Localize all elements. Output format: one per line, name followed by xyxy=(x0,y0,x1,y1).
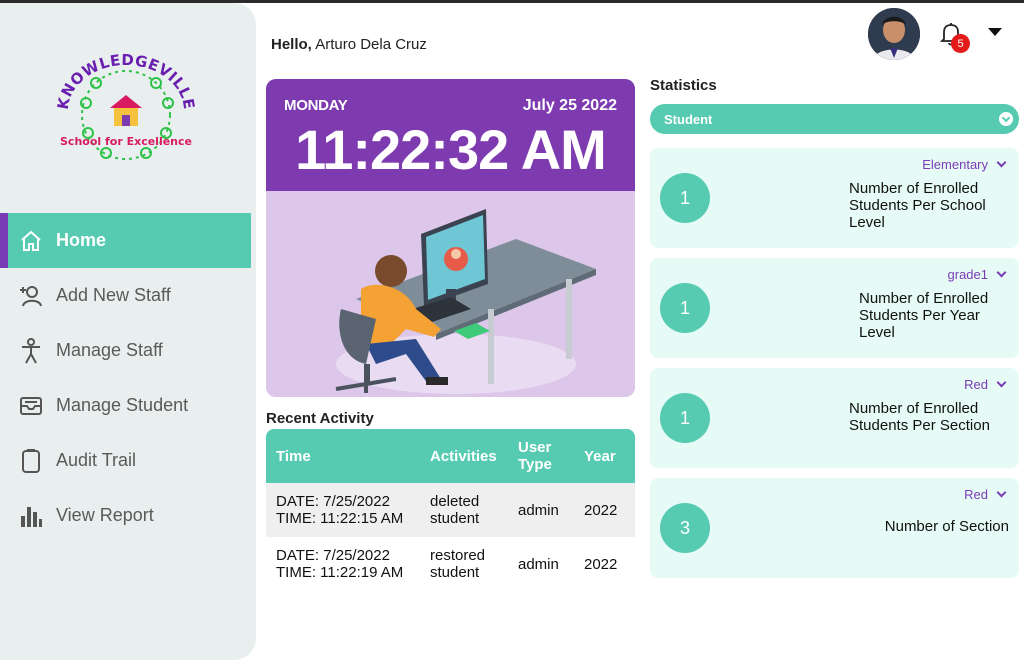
stat-value: 3 xyxy=(660,503,710,553)
greeting-prefix: Hello, xyxy=(271,36,312,53)
chevron-down-icon xyxy=(996,377,1007,388)
cell-date-text: DATE: 7/25/2022 xyxy=(276,547,390,564)
stat-value: 1 xyxy=(660,283,710,333)
stat-card-number-of-section: 3 Red Number of Section xyxy=(650,478,1019,578)
stat-filter-value: Red xyxy=(964,377,988,392)
cell-time: DATE: 7/25/2022 TIME: 11:22:15 AM xyxy=(266,483,420,537)
sidebar-item-label: View Report xyxy=(56,505,154,525)
recent-activity-table: Time Activities User Type Year DATE: 7/2… xyxy=(266,429,635,591)
notification-badge: 5 xyxy=(951,34,970,53)
cell-year: 2022 xyxy=(584,555,618,573)
sidebar-item-label: Manage Staff xyxy=(56,340,163,360)
cell-activity: restored student xyxy=(430,547,486,581)
stat-label: Number of Section xyxy=(884,518,1009,535)
stat-filter-value: Elementary xyxy=(922,157,988,172)
column-header-time[interactable]: Time xyxy=(266,429,420,483)
stat-filter-dropdown[interactable]: grade1 xyxy=(947,267,1007,282)
sidebar-item-label: Add New Staff xyxy=(56,285,171,305)
cell-date-text: DATE: 7/25/2022 xyxy=(276,493,390,510)
chevron-down-icon xyxy=(996,157,1007,168)
sidebar-item-label: Home xyxy=(56,230,107,250)
logo-bottom-text: School for Excellence xyxy=(60,135,192,148)
clock-time: 11:22:32 AM xyxy=(295,118,607,181)
stat-card-school-level: 1 Elementary Number of Enrolled Students… xyxy=(650,148,1019,248)
cell-time-text: TIME: 11:22:19 AM xyxy=(276,564,404,581)
stat-label: Number of Enrolled Students Per School L… xyxy=(849,180,986,231)
sidebar-item-add-new-staff[interactable]: Add New Staff xyxy=(0,268,251,323)
home-icon xyxy=(18,228,44,254)
sidebar-item-view-report[interactable]: View Report xyxy=(0,488,251,543)
cell-user-type: admin xyxy=(518,555,559,573)
stat-card-year-level: 1 grade1 Number of Enrolled Students Per… xyxy=(650,258,1019,358)
clock-day: MONDAY xyxy=(284,97,348,114)
sidebar-item-home[interactable]: Home xyxy=(0,213,251,268)
chevron-down-icon[interactable] xyxy=(988,28,1002,36)
table-header-row: Time Activities User Type Year xyxy=(266,429,635,483)
cell-activity: deleted student xyxy=(430,493,480,527)
stat-filter-value: Red xyxy=(964,487,988,502)
stat-value: 1 xyxy=(660,173,710,223)
cell-time-text: TIME: 11:22:15 AM xyxy=(276,510,404,527)
inbox-icon xyxy=(18,393,44,419)
select-value: Student xyxy=(664,111,713,127)
stat-label: Number of Enrolled Students Per Section xyxy=(849,400,990,434)
chevron-down-icon xyxy=(996,487,1007,498)
user-name: Arturo Dela Cruz xyxy=(315,36,427,53)
sidebar-item-label: Audit Trail xyxy=(56,450,137,470)
avatar[interactable] xyxy=(868,8,920,60)
clock-date: July 25 2022 xyxy=(522,97,617,114)
table-row[interactable]: DATE: 7/25/2022 TIME: 11:22:19 AM restor… xyxy=(266,537,635,591)
clock-card: MONDAY July 25 2022 11:22:32 AM xyxy=(266,79,635,397)
cell-time: DATE: 7/25/2022 TIME: 11:22:19 AM xyxy=(266,537,420,591)
sidebar-item-label: Manage Student xyxy=(56,395,189,415)
chevron-down-icon xyxy=(999,112,1013,126)
stat-label: Number of Enrolled Students Per Year Lev… xyxy=(859,290,989,341)
school-logo[interactable]: KNOWLEDGEVILLE School for Excellence xyxy=(46,51,206,173)
stat-value: 1 xyxy=(660,393,710,443)
greeting: Hello, Arturo Dela Cruz xyxy=(271,36,427,53)
workstation-illustration xyxy=(266,191,635,397)
person-icon xyxy=(18,337,44,364)
stat-filter-value: grade1 xyxy=(947,267,988,282)
sidebar-nav: Home Add New Staff Manage Staff Manage S… xyxy=(0,213,251,543)
bar-chart-icon xyxy=(18,503,44,529)
chevron-down-icon xyxy=(996,267,1007,278)
column-header-activities[interactable]: Activities xyxy=(420,429,508,483)
add-user-icon xyxy=(18,283,44,309)
sidebar-item-manage-student[interactable]: Manage Student xyxy=(0,378,251,433)
recent-activity-title: Recent Activity xyxy=(266,410,374,427)
stat-filter-dropdown[interactable]: Elementary xyxy=(922,157,1007,172)
sidebar-item-audit-trail[interactable]: Audit Trail xyxy=(0,433,251,488)
statistics-title: Statistics xyxy=(650,77,717,94)
statistics-category-select[interactable]: Student xyxy=(650,104,1019,134)
sidebar-item-manage-staff[interactable]: Manage Staff xyxy=(0,323,251,378)
cell-user-type: admin xyxy=(518,501,559,519)
column-header-year[interactable]: Year xyxy=(574,429,635,483)
table-row[interactable]: DATE: 7/25/2022 TIME: 11:22:15 AM delete… xyxy=(266,483,635,537)
stat-filter-dropdown[interactable]: Red xyxy=(964,487,1007,502)
column-header-user-type[interactable]: User Type xyxy=(508,429,574,483)
cell-year: 2022 xyxy=(584,501,618,519)
stat-filter-dropdown[interactable]: Red xyxy=(964,377,1007,392)
stat-card-section: 1 Red Number of Enrolled Students Per Se… xyxy=(650,368,1019,468)
clipboard-icon xyxy=(18,448,44,474)
sidebar: KNOWLEDGEVILLE School for Excellence Hom… xyxy=(0,3,256,660)
